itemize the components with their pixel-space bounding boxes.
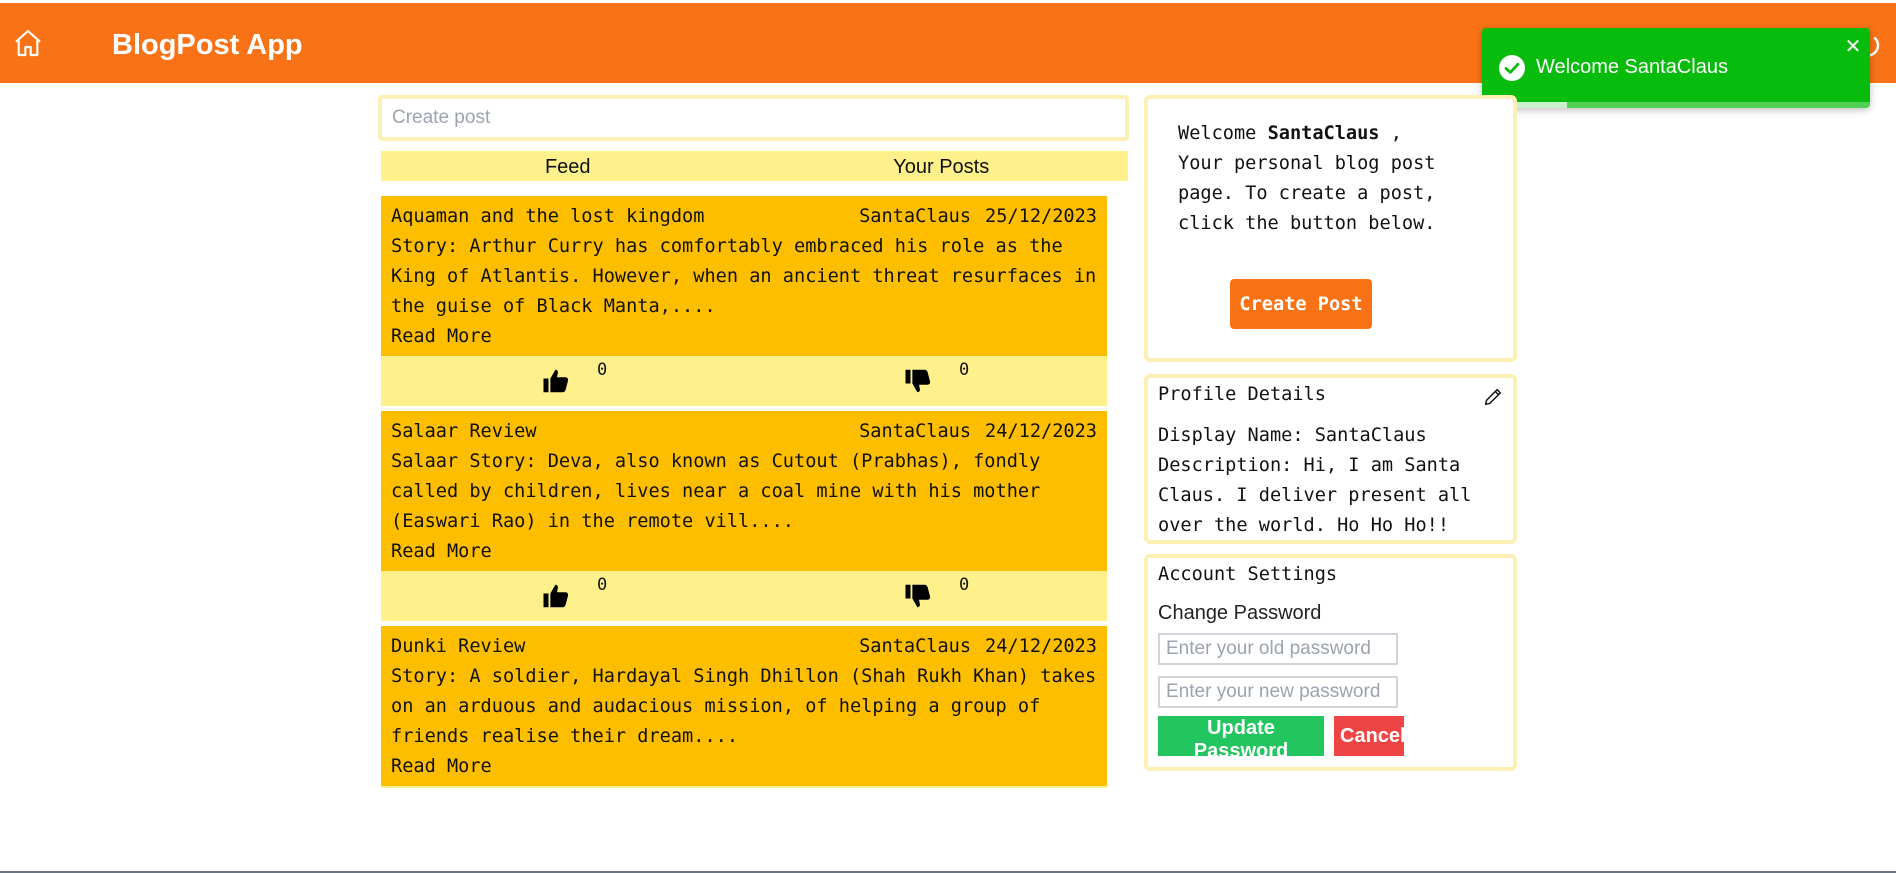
thumbs-up-icon[interactable]	[541, 581, 571, 611]
like-count: 0	[597, 575, 608, 595]
post-author: SantaClaus	[859, 206, 972, 227]
welcome-username: SantaClaus	[1267, 123, 1380, 144]
post-date: 24/12/2023	[985, 421, 1097, 442]
post-excerpt-line: on an arduous and audacious mission, of …	[391, 696, 1041, 717]
post-date: 24/12/2023	[985, 636, 1097, 657]
create-post-button[interactable]: Create Post	[1230, 279, 1372, 329]
post-excerpt-line: the guise of Black Manta,....	[391, 296, 716, 317]
new-password-input[interactable]	[1158, 676, 1398, 708]
welcome-body: Your personal blog post page. To create …	[1178, 153, 1436, 234]
pencil-icon[interactable]	[1482, 386, 1504, 408]
post-card: Aquaman and the lost kingdom SantaClaus 2…	[381, 196, 1107, 406]
read-more-link[interactable]: Read More	[391, 537, 1097, 567]
feed-tabs: Feed Your Posts	[381, 151, 1128, 181]
post-body: Salaar Review SantaClaus 24/12/2023 Salaa…	[381, 411, 1107, 571]
profile-text: Display Name: SantaClaus Description: Hi…	[1158, 421, 1508, 541]
toast-message: Welcome SantaClaus	[1536, 56, 1728, 78]
description-label: Description:	[1158, 455, 1304, 476]
post-title: Aquaman and the lost kingdom	[391, 206, 705, 227]
dislike-count: 0	[959, 360, 970, 380]
display-name-value: SantaClaus	[1314, 425, 1427, 446]
update-password-button[interactable]: Update Password	[1158, 716, 1324, 762]
home-button[interactable]	[12, 27, 44, 59]
read-more-link[interactable]: Read More	[391, 752, 1097, 782]
profile-title: Profile Details	[1158, 384, 1326, 405]
post-meta: SantaClaus 24/12/2023	[859, 417, 1097, 447]
post-header: Aquaman and the lost kingdom SantaClaus 2…	[391, 202, 1097, 232]
post-excerpt-line: Story: Arthur Curry has comfortably embr…	[391, 236, 1063, 257]
post-title: Salaar Review	[391, 421, 537, 442]
post-excerpt-line: called by children, lives near a coal mi…	[391, 481, 1041, 502]
thumbs-up-icon[interactable]	[541, 366, 571, 396]
welcome-prefix: Welcome	[1178, 123, 1268, 144]
post-excerpt-line: friends realise their dream....	[391, 726, 739, 747]
account-settings-title: Account Settings	[1158, 564, 1338, 585]
profile-panel: Profile Details Display Name: SantaClaus…	[1144, 374, 1517, 544]
tab-feed[interactable]: Feed	[381, 151, 755, 181]
toast-close-button[interactable]: ✕	[1842, 36, 1864, 58]
post-card: Dunki Review SantaClaus 24/12/2023 Story:…	[381, 626, 1107, 788]
post-author: SantaClaus	[859, 636, 972, 657]
change-password-label: Change Password	[1158, 602, 1322, 624]
post-feed[interactable]: Aquaman and the lost kingdom SantaClaus 2…	[381, 183, 1128, 788]
post-excerpt-line: (Easwari Rao) in the remote vill....	[391, 511, 794, 532]
welcome-text: Welcome SantaClaus , Your personal blog …	[1178, 119, 1478, 239]
post-body: Aquaman and the lost kingdom SantaClaus 2…	[381, 196, 1107, 356]
post-meta: SantaClaus 25/12/2023	[859, 202, 1097, 232]
read-more-link[interactable]: Read More	[391, 322, 1097, 352]
post-meta: SantaClaus 24/12/2023	[859, 632, 1097, 662]
thumbs-down-icon[interactable]	[903, 366, 933, 396]
post-body: Dunki Review SantaClaus 24/12/2023 Story:…	[381, 626, 1107, 786]
cancel-button[interactable]: Cancel	[1334, 716, 1406, 756]
check-circle-icon	[1499, 55, 1525, 81]
display-name-label: Display Name:	[1158, 425, 1315, 446]
toast-progress-track	[1482, 102, 1870, 108]
welcome-toast: Welcome SantaClaus ✕	[1482, 28, 1870, 108]
post-excerpt-line: Story: A soldier, Hardayal Singh Dhillon…	[391, 666, 1097, 687]
post-header: Dunki Review SantaClaus 24/12/2023	[391, 632, 1097, 662]
post-excerpt-line: King of Atlantis. However, when an ancie…	[391, 266, 1097, 287]
thumbs-down-icon[interactable]	[903, 581, 933, 611]
post-excerpt-line: Salaar Story: Deva, also known as Cutout…	[391, 451, 1041, 472]
post-date: 25/12/2023	[985, 206, 1097, 227]
post-author: SantaClaus	[859, 421, 972, 442]
post-reactions: 0 0	[381, 571, 1107, 621]
account-settings-panel: Account Settings Change Password Update …	[1144, 554, 1517, 771]
post-card: Salaar Review SantaClaus 24/12/2023 Salaa…	[381, 411, 1107, 621]
like-count: 0	[597, 360, 608, 380]
post-header: Salaar Review SantaClaus 24/12/2023	[391, 417, 1097, 447]
welcome-panel: Welcome SantaClaus , Your personal blog …	[1144, 95, 1517, 362]
app-title: BlogPost App	[112, 29, 303, 61]
create-post-input[interactable]	[378, 95, 1129, 141]
old-password-input[interactable]	[1158, 633, 1398, 665]
post-reactions: 0 0	[381, 786, 1107, 788]
post-reactions: 0 0	[381, 356, 1107, 406]
welcome-suffix: ,	[1379, 123, 1402, 144]
dislike-count: 0	[959, 575, 970, 595]
home-icon	[15, 29, 41, 57]
tab-your-posts[interactable]: Your Posts	[755, 151, 1129, 181]
post-title: Dunki Review	[391, 636, 526, 657]
